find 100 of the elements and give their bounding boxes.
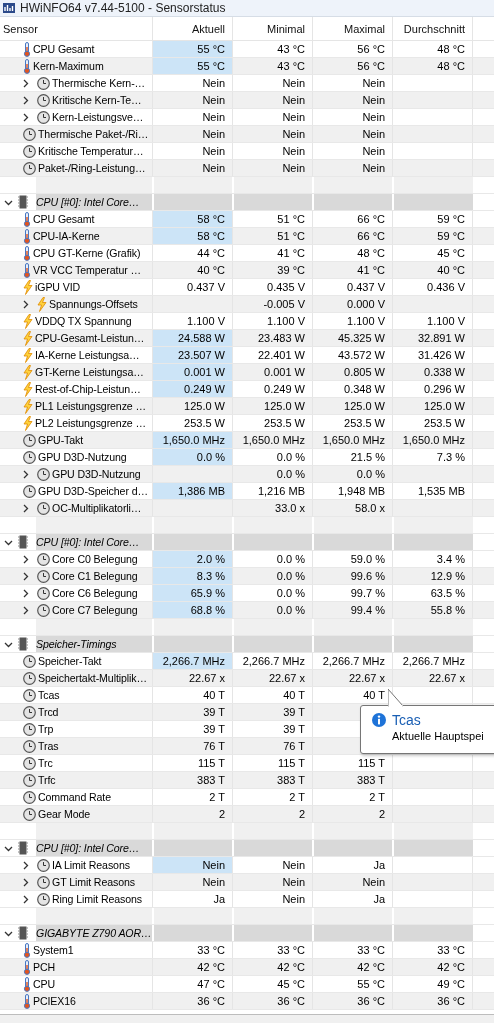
table-cell: Nein (313, 109, 393, 125)
expand-chevron-icon[interactable] (21, 112, 30, 122)
lightning-bolt-icon (37, 296, 47, 312)
expand-chevron-icon[interactable] (21, 95, 30, 105)
sensor-name: GPU D3D-Nutzung (38, 451, 127, 463)
sensor-name: PL1 Leistungsgrenze … (35, 400, 146, 412)
expand-chevron-icon[interactable] (21, 503, 30, 513)
table-cell: Nein (233, 126, 313, 142)
table-cell: 40 T (153, 687, 233, 703)
table-cell: 0.249 W (233, 381, 313, 397)
table-cell: 66 °C (313, 211, 393, 227)
column-header[interactable]: Durchschnitt (393, 17, 473, 40)
table-cell: 2 (313, 806, 393, 822)
sensor-group-title: CPU [#0]: Intel Core… (36, 842, 140, 854)
table-cell: Nein (313, 75, 393, 91)
table-cell: 56 °C (313, 41, 393, 57)
table-cell: 0.296 W (393, 381, 473, 397)
table-cell: 51 °C (233, 228, 313, 244)
table-cell: 22.401 W (233, 347, 313, 363)
expand-chevron-icon[interactable] (21, 605, 30, 615)
table-cell: 0.348 W (313, 381, 393, 397)
sensor-name: CPU-Gesamt-Leistun… (35, 332, 145, 344)
table-cell: 125.0 W (153, 398, 233, 414)
sensor-name: GT Limit Reasons (52, 876, 135, 888)
table-cell: 59.0 % (313, 551, 393, 567)
table-cell: 0.338 W (393, 364, 473, 380)
expand-chevron-icon[interactable] (21, 78, 30, 88)
expand-chevron-icon[interactable] (21, 877, 30, 887)
column-header[interactable]: Minimal (233, 17, 313, 40)
sensor-group-title: Speicher-Timings (36, 638, 117, 650)
table-cell: 42 °C (233, 959, 313, 975)
lightning-bolt-icon (23, 364, 33, 380)
table-cell: 55 °C (153, 58, 233, 74)
sensor-name: PL2 Leistungsgrenze … (35, 417, 146, 429)
table-cell: 24.588 W (153, 330, 233, 346)
table-cell: 99.4 % (313, 602, 393, 618)
sensor-name: Spannungs-Offsets (49, 298, 138, 310)
table-cell: 383 T (233, 772, 313, 788)
table-cell: 42 °C (313, 959, 393, 975)
table-cell: 63.5 % (393, 585, 473, 601)
table-cell: Nein (233, 75, 313, 91)
column-header[interactable]: Sensor (0, 17, 153, 40)
sensor-group-title: GIGABYTE Z790 AOR… (36, 927, 152, 939)
sensor-name: Speicher-Takt (38, 655, 102, 667)
expand-chevron-icon[interactable] (21, 571, 30, 581)
table-cell: Nein (233, 874, 313, 890)
expand-chevron-icon[interactable] (21, 554, 30, 564)
column-header[interactable]: Maximal (313, 17, 393, 40)
table-cell: 32.891 W (393, 330, 473, 346)
table-cell: 39 T (153, 704, 233, 720)
sensor-group-title: CPU [#0]: Intel Core… (36, 196, 140, 208)
table-cell: 0.0 % (233, 466, 313, 482)
table-cell: Nein (153, 143, 233, 159)
table-cell: 0.0 % (233, 449, 313, 465)
table-cell: 45 °C (233, 976, 313, 992)
sensor-name: Kritische Kern-Te… (52, 94, 142, 106)
table-cell: Nein (313, 160, 393, 176)
table-cell: 39 °C (233, 262, 313, 278)
table-cell: 45.325 W (313, 330, 393, 346)
table-cell: 115 T (153, 755, 233, 771)
sensor-name: iGPU VID (35, 281, 81, 293)
table-cell: 383 T (153, 772, 233, 788)
table-cell: 40 T (233, 687, 313, 703)
table-cell: 51 °C (233, 211, 313, 227)
table-cell: 31.426 W (393, 347, 473, 363)
table-cell: 33.0 x (233, 500, 313, 516)
table-cell: Ja (313, 891, 393, 907)
table-cell: 0.437 V (153, 279, 233, 295)
table-cell: 42 °C (393, 959, 473, 975)
sensor-name: CPU Gesamt (33, 43, 95, 55)
table-cell: 56 °C (313, 58, 393, 74)
expand-chevron-icon[interactable] (21, 588, 30, 598)
sensor-name: CPU GT-Kerne (Grafik) (33, 247, 141, 259)
table-cell: 2,266.7 MHz (393, 653, 473, 669)
table-cell: 0.436 V (393, 279, 473, 295)
chip-icon (18, 195, 28, 209)
expand-chevron-icon[interactable] (21, 894, 30, 904)
table-cell: Nein (233, 857, 313, 873)
sensor-name: Core C1 Belegung (52, 570, 138, 582)
column-header[interactable]: Aktuell (153, 17, 233, 40)
table-cell: 36 °C (233, 993, 313, 1009)
sensor-name: Gear Mode (38, 808, 91, 820)
table-cell: 43.572 W (313, 347, 393, 363)
table-cell: 2 (153, 806, 233, 822)
table-cell: 21.5 % (313, 449, 393, 465)
expand-chevron-icon[interactable] (21, 860, 30, 870)
table-cell: Nein (153, 874, 233, 890)
table-cell: 36 °C (313, 993, 393, 1009)
table-cell: Nein (233, 109, 313, 125)
table-cell: 0.0 % (233, 568, 313, 584)
table-cell: 1.100 V (393, 313, 473, 329)
tooltip-title: Tcas (392, 712, 421, 728)
table-cell: 125.0 W (393, 398, 473, 414)
sensor-name: Paket-/Ring-Leistung… (38, 162, 146, 174)
table-cell: 39 T (153, 721, 233, 737)
expand-chevron-icon[interactable] (21, 299, 30, 309)
table-cell: 8.3 % (153, 568, 233, 584)
table-cell: 22.67 x (313, 670, 393, 686)
expand-chevron-icon[interactable] (21, 469, 30, 479)
table-cell: 44 °C (153, 245, 233, 261)
